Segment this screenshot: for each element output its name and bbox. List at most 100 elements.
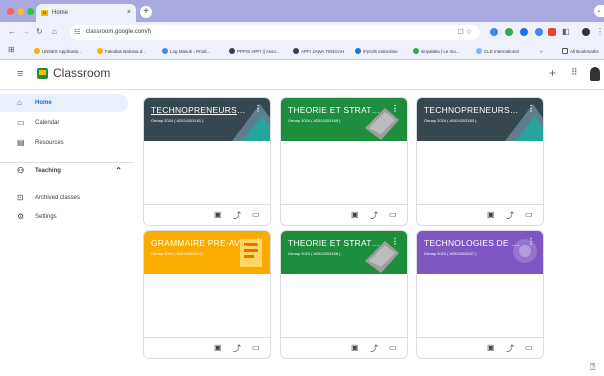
open-gradebook-icon[interactable]: ▣: [487, 343, 495, 352]
class-section: Genap 2024 ( #2024203414 ): [151, 251, 204, 256]
class-card[interactable]: THEORIE ET STRATEG... Genap 2024 ( #2024…: [280, 230, 408, 359]
site-info-icon[interactable]: ☷: [74, 25, 80, 40]
browser-toolbar: ← → ↻ ⌂ ☷ classroom.google.com/h ☐ ☆ ◧ ⋮: [0, 22, 604, 43]
extensions-puzzle-icon[interactable]: ◧: [562, 27, 570, 36]
class-banner[interactable]: GRAMMAIRE PRE-AV... Genap 2024 ( #202420…: [144, 231, 270, 274]
more-bookmarks-button[interactable]: »: [540, 47, 543, 56]
more-options-icon[interactable]: ⋮: [391, 104, 399, 113]
extension-icon[interactable]: [490, 28, 498, 36]
bookmark-item[interactable]: Fakultas Bahasa d...: [97, 47, 146, 56]
extension-icon[interactable]: [520, 28, 528, 36]
close-window-button[interactable]: [7, 8, 14, 15]
trending-icon[interactable]: ⤴: [506, 343, 514, 354]
trending-icon[interactable]: ⤴: [233, 210, 241, 221]
all-bookmarks-button[interactable]: All Bookmarks: [562, 47, 599, 56]
card-actions: ▣ ⤴ ▭: [281, 337, 407, 358]
card-actions: ▣ ⤴ ▭: [144, 204, 270, 225]
trending-icon[interactable]: ⤴: [370, 210, 378, 221]
class-banner[interactable]: TECHNOLOGIES DE L... Genap 2024 ( #20242…: [417, 231, 543, 274]
more-options-icon[interactable]: ⋮: [527, 237, 535, 246]
sidebar-item-settings[interactable]: ⚙ Settings: [0, 208, 128, 226]
extension-icon[interactable]: [535, 28, 543, 36]
open-gradebook-icon[interactable]: ▣: [351, 343, 359, 352]
open-gradebook-icon[interactable]: ▣: [214, 343, 222, 352]
extension-icon[interactable]: [548, 28, 556, 36]
folder-icon[interactable]: ▭: [389, 210, 397, 219]
bookmark-item[interactable]: CLE International: [476, 47, 519, 56]
close-tab-icon[interactable]: ×: [127, 4, 131, 22]
tab-search-button[interactable]: ⌄: [594, 5, 604, 17]
trending-icon[interactable]: ⤴: [506, 210, 514, 221]
main-menu-icon[interactable]: ≡: [17, 68, 23, 80]
class-title[interactable]: THEORIE ET STRATEG...: [288, 238, 386, 248]
more-options-icon[interactable]: ⋮: [254, 237, 262, 246]
bookmark-favicon-icon: [293, 48, 299, 54]
sidebar: ⌂ Home ▭ Calendar ▤ Resources ⚇ Teaching…: [0, 90, 134, 376]
bookmark-item[interactable]: IFprofs Indonésie: [355, 47, 398, 56]
apps-grid-icon[interactable]: ⊞: [8, 45, 15, 54]
sidebar-item-calendar[interactable]: ▭ Calendar: [0, 114, 128, 132]
address-bar[interactable]: ☷ classroom.google.com/h ☐ ☆: [70, 25, 480, 40]
sidebar-item-home[interactable]: ⌂ Home: [0, 94, 128, 112]
account-avatar[interactable]: [590, 67, 600, 81]
open-gradebook-icon[interactable]: ▣: [351, 210, 359, 219]
folder-icon[interactable]: ▭: [252, 343, 260, 352]
card-actions: ▣ ⤴ ▭: [144, 337, 270, 358]
profile-avatar[interactable]: [582, 28, 590, 36]
sidebar-item-teaching[interactable]: ⚇ Teaching ⌃: [0, 162, 128, 180]
open-gradebook-icon[interactable]: ▣: [487, 210, 495, 219]
archive-icon: ⊡: [17, 193, 24, 202]
minimize-window-button[interactable]: [17, 8, 24, 15]
class-card[interactable]: TECHNOPRENEURSH... Genap 2024 ( #2024203…: [416, 97, 544, 226]
folder-icon[interactable]: ▭: [389, 343, 397, 352]
browser-tab[interactable]: M Home ×: [36, 4, 136, 22]
class-title[interactable]: GRAMMAIRE PRE-AV...: [151, 238, 249, 248]
class-title[interactable]: THEORIE ET STRATEG...: [288, 105, 386, 115]
home-browser-icon[interactable]: ⌂: [52, 27, 57, 36]
more-options-icon[interactable]: ⋮: [527, 104, 535, 113]
new-tab-button[interactable]: +: [140, 6, 152, 18]
maximize-window-button[interactable]: [27, 8, 34, 15]
google-apps-icon[interactable]: ⠿: [571, 67, 578, 78]
back-icon[interactable]: ←: [8, 27, 16, 36]
folder-icon[interactable]: ▭: [525, 343, 533, 352]
help-icon[interactable]: ⍰: [590, 362, 595, 373]
trending-icon[interactable]: ⤴: [233, 343, 241, 354]
app-name[interactable]: Classroom: [53, 66, 110, 80]
sidebar-item-resources[interactable]: ▤ Resources: [0, 134, 128, 152]
class-banner[interactable]: TECHNOPRENEURSH... Genap 2024 ( #2024203…: [144, 98, 270, 141]
forward-icon[interactable]: →: [22, 27, 30, 36]
create-join-class-button[interactable]: +: [549, 66, 556, 80]
open-gradebook-icon[interactable]: ▣: [214, 210, 222, 219]
class-banner[interactable]: THEORIE ET STRATEG... Genap 2024 ( #2024…: [281, 98, 407, 141]
bookmark-item[interactable]: Log Masuk › Prodi...: [162, 47, 210, 56]
class-banner[interactable]: TECHNOPRENEURSH... Genap 2024 ( #2024203…: [417, 98, 543, 141]
reload-icon[interactable]: ↻: [36, 27, 43, 36]
more-options-icon[interactable]: ⋮: [254, 104, 262, 113]
class-card[interactable]: THEORIE ET STRATEG... Genap 2024 ( #2024…: [280, 97, 408, 226]
chevron-up-icon[interactable]: ⌃: [115, 162, 122, 180]
class-banner[interactable]: THEORIE ET STRATEG... Genap 2024 ( #2024…: [281, 231, 407, 274]
class-title[interactable]: TECHNOPRENEURSH...: [151, 105, 249, 115]
class-title[interactable]: TECHNOLOGIES DE L...: [424, 238, 522, 248]
bookmark-item[interactable]: APFI JAWA TENGAH: [293, 47, 344, 56]
bookmark-favicon-icon: [413, 48, 419, 54]
bookmark-star-icon[interactable]: ☐ ☆: [458, 25, 473, 40]
bookmark-item[interactable]: PPPSI APFI || Asso...: [229, 47, 280, 56]
card-actions: ▣ ⤴ ▭: [417, 204, 543, 225]
extension-icon[interactable]: [505, 28, 513, 36]
class-title[interactable]: TECHNOPRENEURSH...: [424, 105, 522, 115]
folder-icon[interactable]: ▭: [252, 210, 260, 219]
browser-menu-icon[interactable]: ⋮: [596, 27, 604, 36]
trending-icon[interactable]: ⤴: [370, 343, 378, 354]
class-card[interactable]: TECHNOLOGIES DE L... Genap 2024 ( #20242…: [416, 230, 544, 359]
more-options-icon[interactable]: ⋮: [391, 237, 399, 246]
bookmark-item[interactable]: UNNES Applicatio...: [34, 47, 82, 56]
bookmark-favicon-icon: [476, 48, 482, 54]
bookmark-item[interactable]: sinyalaka | Le mo...: [413, 47, 460, 56]
class-card[interactable]: GRAMMAIRE PRE-AV... Genap 2024 ( #202420…: [143, 230, 271, 359]
class-card[interactable]: TECHNOPRENEURSH... Genap 2024 ( #2024203…: [143, 97, 271, 226]
sidebar-item-archived-classes[interactable]: ⊡ Archived classes: [0, 189, 128, 207]
folder-icon[interactable]: ▭: [525, 210, 533, 219]
classroom-logo[interactable]: [37, 68, 48, 79]
